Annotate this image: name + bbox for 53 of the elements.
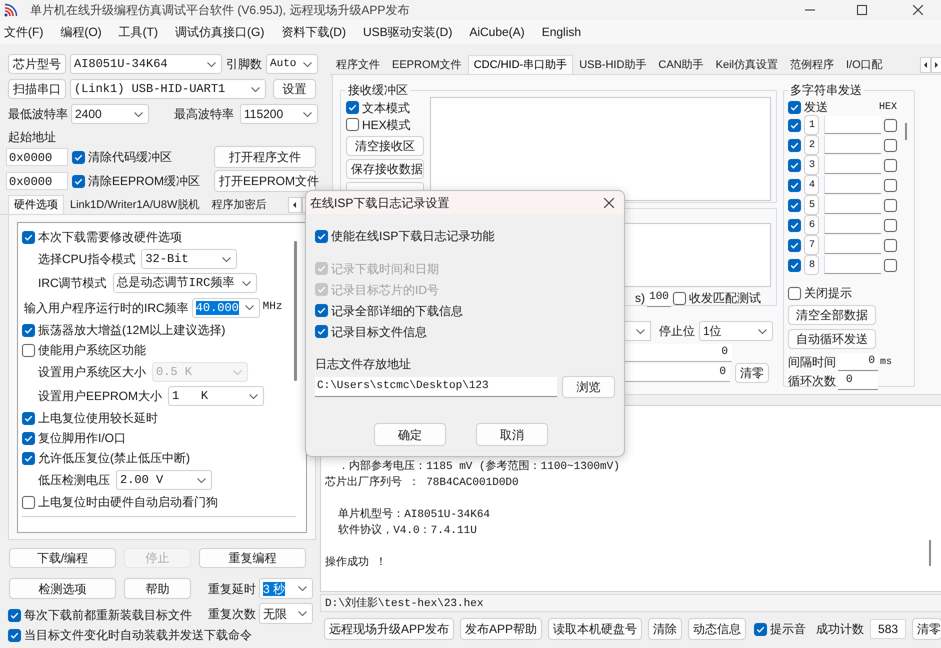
log-line: 软件协议，V4.0：7.4.11U [337, 523, 477, 539]
field-label: 重复次数 [208, 606, 256, 622]
field-label: 最低波特率 [8, 106, 68, 123]
checkbox-label: 使能在线ISP下载日志记录功能 [331, 228, 494, 245]
field-label: 循环次数 [788, 373, 836, 390]
dialog-title: 在线ISP下载日志记录设置 [310, 194, 450, 212]
checkbox-label: 文本模式 [362, 100, 410, 116]
checkbox-label: 关闭提示 [804, 285, 852, 302]
checkbox-label: 记录下载时间和日期 [331, 260, 439, 278]
log-line: 芯片出厂序列号 ： 78B4CAC001D0D0 [325, 475, 519, 491]
field-label: 最高波特率 [174, 106, 235, 123]
checkbox-label: 允许低压复位(禁止低压中断) [38, 450, 190, 467]
checkbox-label: 上电复位使用较长延时 [38, 410, 158, 427]
checkbox-label: 记录目标芯片的ID号 [331, 282, 439, 298]
field-label: 成功计数 [816, 621, 864, 638]
group-title: 接收缓冲区 [347, 82, 409, 99]
log-line: ．内部参考电压：1185 mV (参考范围：1100~1300mV) [337, 459, 620, 475]
unit-label: MHz [262, 300, 282, 316]
window-title: 单片机在线升级编程仿真调试平台软件 (V6.95J), 远程现场升级APP发布 [30, 2, 410, 19]
checkbox-label: HEX模式 [362, 116, 411, 134]
field-label: 设置用户EEPROM大小 [38, 388, 162, 405]
checkbox-label: 振荡器放大增益(12M以上建议选择) [38, 322, 226, 339]
file-path: D:\刘佳影\test-hex\23.hex [320, 594, 941, 612]
field-label: 设置用户系统区大小 [38, 364, 146, 381]
group-title: 多字符串发送 [789, 82, 863, 99]
column-header: HEX [878, 100, 897, 114]
field-label: 引脚数 [226, 56, 262, 73]
checkbox-label: 提示音 [770, 621, 806, 638]
checkbox-label: 复位脚用作I/O口 [38, 430, 126, 447]
checkbox-label: 发送 [804, 99, 828, 116]
checkbox-label: 清除代码缓冲区 [88, 149, 172, 166]
log-line: 单片机型号：AI8051U-34K64 [337, 507, 490, 523]
field-label: 重复延时 [208, 580, 256, 598]
checkbox-label: 记录目标文件信息 [331, 324, 427, 340]
checkbox-label: 收发匹配测试 [689, 290, 761, 307]
checkbox-label: 上电复位时由硬件自动启动看门狗 [38, 494, 218, 511]
checkbox-label: 使能用户系统区功能 [38, 342, 146, 359]
field-label: IRC调节模式 [38, 275, 107, 292]
unit-label: ms [880, 356, 892, 370]
field-label: s) [635, 290, 645, 307]
field-label: 停止位 [659, 323, 695, 340]
field-label: 日志文件存放地址 [315, 357, 412, 371]
checkbox-label: 当目标文件变化时自动装载并发送下载命令 [24, 627, 252, 644]
field-label: 起始地址 [7, 130, 57, 144]
checkbox-label: 清除EEPROM缓冲区 [88, 173, 200, 190]
checkbox-label: 本次下载需要修改硬件选项 [38, 229, 182, 246]
checkbox-label: 每次下载前都重新装载目标文件 [24, 607, 192, 624]
field-label: 间隔时间 [788, 354, 836, 371]
checkbox-label: 记录全部详细的下载信息 [331, 302, 463, 320]
field-label: 输入用户程序运行时的IRC频率 [24, 300, 189, 316]
log-line: 操作成功 ！ [325, 555, 387, 571]
field-label: 低压检测电压 [38, 472, 110, 489]
field-label: 选择CPU指令模式 [38, 251, 136, 268]
